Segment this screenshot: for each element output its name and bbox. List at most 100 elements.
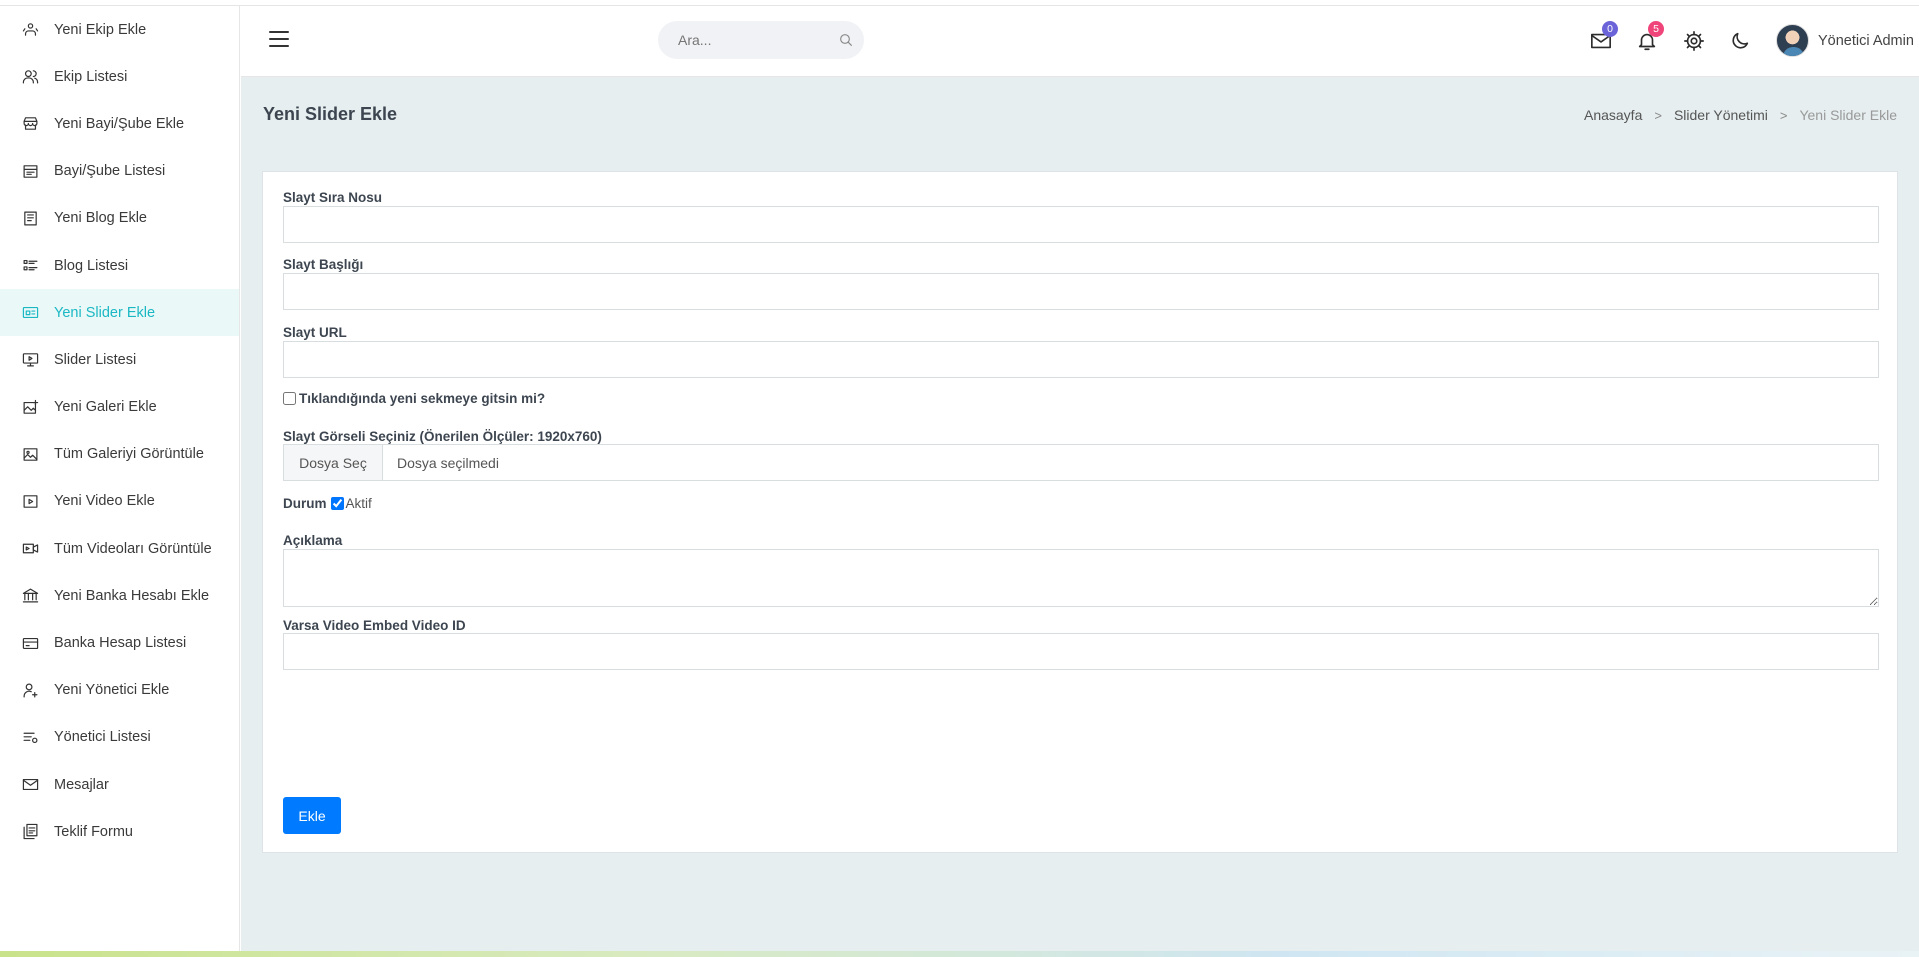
gear-icon [1684, 31, 1704, 51]
submit-button[interactable]: Ekle [283, 797, 341, 834]
file-status: Dosya seçilmedi [397, 454, 499, 471]
sidebar-item-offer-form[interactable]: Teklif Formu [0, 808, 239, 855]
store-icon [20, 114, 40, 134]
sidebar-item-label: Yeni Banka Hesabı Ekle [54, 587, 210, 604]
sidebar-item-dealer-list[interactable]: Bayi/Şube Listesi [0, 148, 239, 195]
sidebar-item-label: Yeni Yönetici Ekle [54, 682, 170, 699]
form-icon [20, 822, 40, 842]
status-row: Durum Aktif [283, 496, 372, 511]
sidebar-item-new-video[interactable]: Yeni Video Ekle [0, 478, 239, 525]
sidebar-item-admin-list[interactable]: Yönetici Listesi [0, 714, 239, 761]
slider-icon [20, 303, 40, 323]
gallery-add-icon [20, 397, 40, 417]
image-label: Slayt Görseli Seçiniz (Önerilen Ölçüler:… [283, 429, 602, 444]
new-tab-checkbox[interactable] [283, 392, 296, 405]
users-add-icon [20, 20, 40, 40]
sidebar-item-label: Banka Hesap Listesi [54, 635, 187, 652]
sidebar-item-label: Yeni Bayi/Şube Ekle [54, 115, 185, 132]
bottom-strip [0, 951, 1919, 957]
sidebar-item-label: Yeni Galeri Ekle [54, 399, 157, 416]
order-label: Slayt Sıra Nosu [283, 190, 383, 205]
sidebar-item-blog-list[interactable]: Blog Listesi [0, 242, 239, 289]
search-icon[interactable] [838, 32, 854, 48]
menu-toggle-icon[interactable] [269, 31, 289, 49]
sidebar-item-new-dealer[interactable]: Yeni Bayi/Şube Ekle [0, 100, 239, 147]
moon-icon [1732, 32, 1749, 49]
sidebar-item-new-team[interactable]: Yeni Ekip Ekle [0, 6, 239, 53]
user-list-icon [20, 727, 40, 747]
title-label: Slayt Başlığı [283, 257, 364, 272]
sidebar-item-label: Bayi/Şube Listesi [54, 163, 166, 180]
status-label: Durum [283, 496, 327, 511]
image-file-input[interactable]: Dosya Seç Dosya seçilmedi [283, 444, 1879, 481]
slider-form: Slayt Sıra Nosu Slayt Başlığı Slayt URL … [262, 171, 1898, 853]
breadcrumb: Anasayfa > Slider Yönetimi > Yeni Slider… [1584, 107, 1897, 123]
list-icon [20, 256, 40, 276]
store-list-icon [20, 161, 40, 181]
sidebar-item-new-slider[interactable]: Yeni Slider Ekle [0, 289, 239, 337]
url-input[interactable] [283, 341, 1879, 378]
description-label: Açıklama [283, 533, 343, 548]
search-box [658, 21, 864, 59]
new-tab-label[interactable]: Tıklandığında yeni sekmeye gitsin mi? [299, 391, 545, 406]
mail-count-badge: 0 [1602, 21, 1618, 37]
new-tab-row: Tıklandığında yeni sekmeye gitsin mi? [283, 391, 545, 406]
sidebar-item-slider-list[interactable]: Slider Listesi [0, 336, 239, 383]
sidebar-item-label: Yeni Slider Ekle [54, 304, 156, 321]
sidebar-item-label: Yeni Video Ekle [54, 493, 155, 510]
mail-icon [20, 775, 40, 795]
user-name[interactable]: Yönetici Admin [1818, 33, 1914, 49]
sidebar-item-label: Yönetici Listesi [54, 729, 151, 746]
topbar: 0 5 Yönetici Admin [241, 6, 1919, 77]
sidebar-item-all-gallery[interactable]: Tüm Galeriyi Görüntüle [0, 431, 239, 478]
mail-button[interactable]: 0 [1590, 21, 1618, 52]
sidebar-item-new-admin[interactable]: Yeni Yönetici Ekle [0, 667, 239, 714]
settings-button[interactable] [1683, 30, 1705, 52]
sidebar-item-label: Ekip Listesi [54, 68, 128, 85]
sidebar-item-bank-list[interactable]: Banka Hesap Listesi [0, 619, 239, 666]
status-active-checkbox[interactable] [330, 497, 344, 510]
notification-count-badge: 5 [1648, 21, 1664, 37]
sidebar-item-team-list[interactable]: Ekip Listesi [0, 53, 239, 100]
description-textarea[interactable] [283, 549, 1879, 607]
notification-button[interactable]: 5 [1636, 21, 1664, 52]
main-content: Yeni Slider Ekle Anasayfa > Slider Yönet… [241, 77, 1919, 951]
sidebar: Yeni Ekip Ekle Ekip Listesi Yeni Bayi/Şu… [0, 6, 240, 951]
image-icon [20, 444, 40, 464]
title-input[interactable] [283, 273, 1879, 310]
video-icon [20, 491, 40, 511]
sidebar-item-label: Mesajlar [54, 776, 109, 793]
sidebar-item-new-bank[interactable]: Yeni Banka Hesabı Ekle [0, 572, 239, 619]
status-active-label[interactable]: Aktif [346, 496, 372, 511]
sidebar-item-new-blog[interactable]: Yeni Blog Ekle [0, 195, 239, 242]
dark-mode-toggle[interactable] [1729, 30, 1751, 52]
sidebar-item-label: Yeni Blog Ekle [54, 210, 147, 227]
sidebar-item-all-videos[interactable]: Tüm Videoları Görüntüle [0, 525, 239, 572]
user-add-icon [20, 680, 40, 700]
choose-file-button[interactable]: Dosya Seç [284, 445, 383, 480]
sidebar-item-label: Slider Listesi [54, 351, 137, 368]
blog-icon [20, 208, 40, 228]
card-icon [20, 633, 40, 653]
sidebar-item-label: Teklif Formu [54, 823, 133, 840]
avatar[interactable] [1776, 24, 1809, 57]
video-id-input[interactable] [283, 633, 1879, 670]
url-label: Slayt URL [283, 325, 347, 340]
breadcrumb-current: Yeni Slider Ekle [1799, 107, 1897, 123]
camera-icon [20, 539, 40, 559]
sidebar-item-new-gallery[interactable]: Yeni Galeri Ekle [0, 384, 239, 431]
search-input[interactable] [658, 21, 828, 59]
sidebar-item-label: Tüm Galeriyi Görüntüle [54, 446, 204, 463]
page-title: Yeni Slider Ekle [263, 104, 398, 124]
sidebar-item-label: Tüm Videoları Görüntüle [54, 540, 212, 557]
sidebar-item-messages[interactable]: Mesajlar [0, 761, 239, 808]
bank-icon [20, 586, 40, 606]
chevron-right-icon: > [1654, 107, 1662, 123]
sidebar-item-label: Blog Listesi [54, 257, 129, 274]
video-id-label: Varsa Video Embed Video ID [283, 618, 466, 633]
order-input[interactable] [283, 206, 1879, 243]
monitor-icon [20, 350, 40, 370]
sidebar-item-label: Yeni Ekip Ekle [54, 21, 147, 38]
breadcrumb-slider-management[interactable]: Slider Yönetimi [1674, 107, 1768, 123]
breadcrumb-home[interactable]: Anasayfa [1584, 107, 1642, 123]
